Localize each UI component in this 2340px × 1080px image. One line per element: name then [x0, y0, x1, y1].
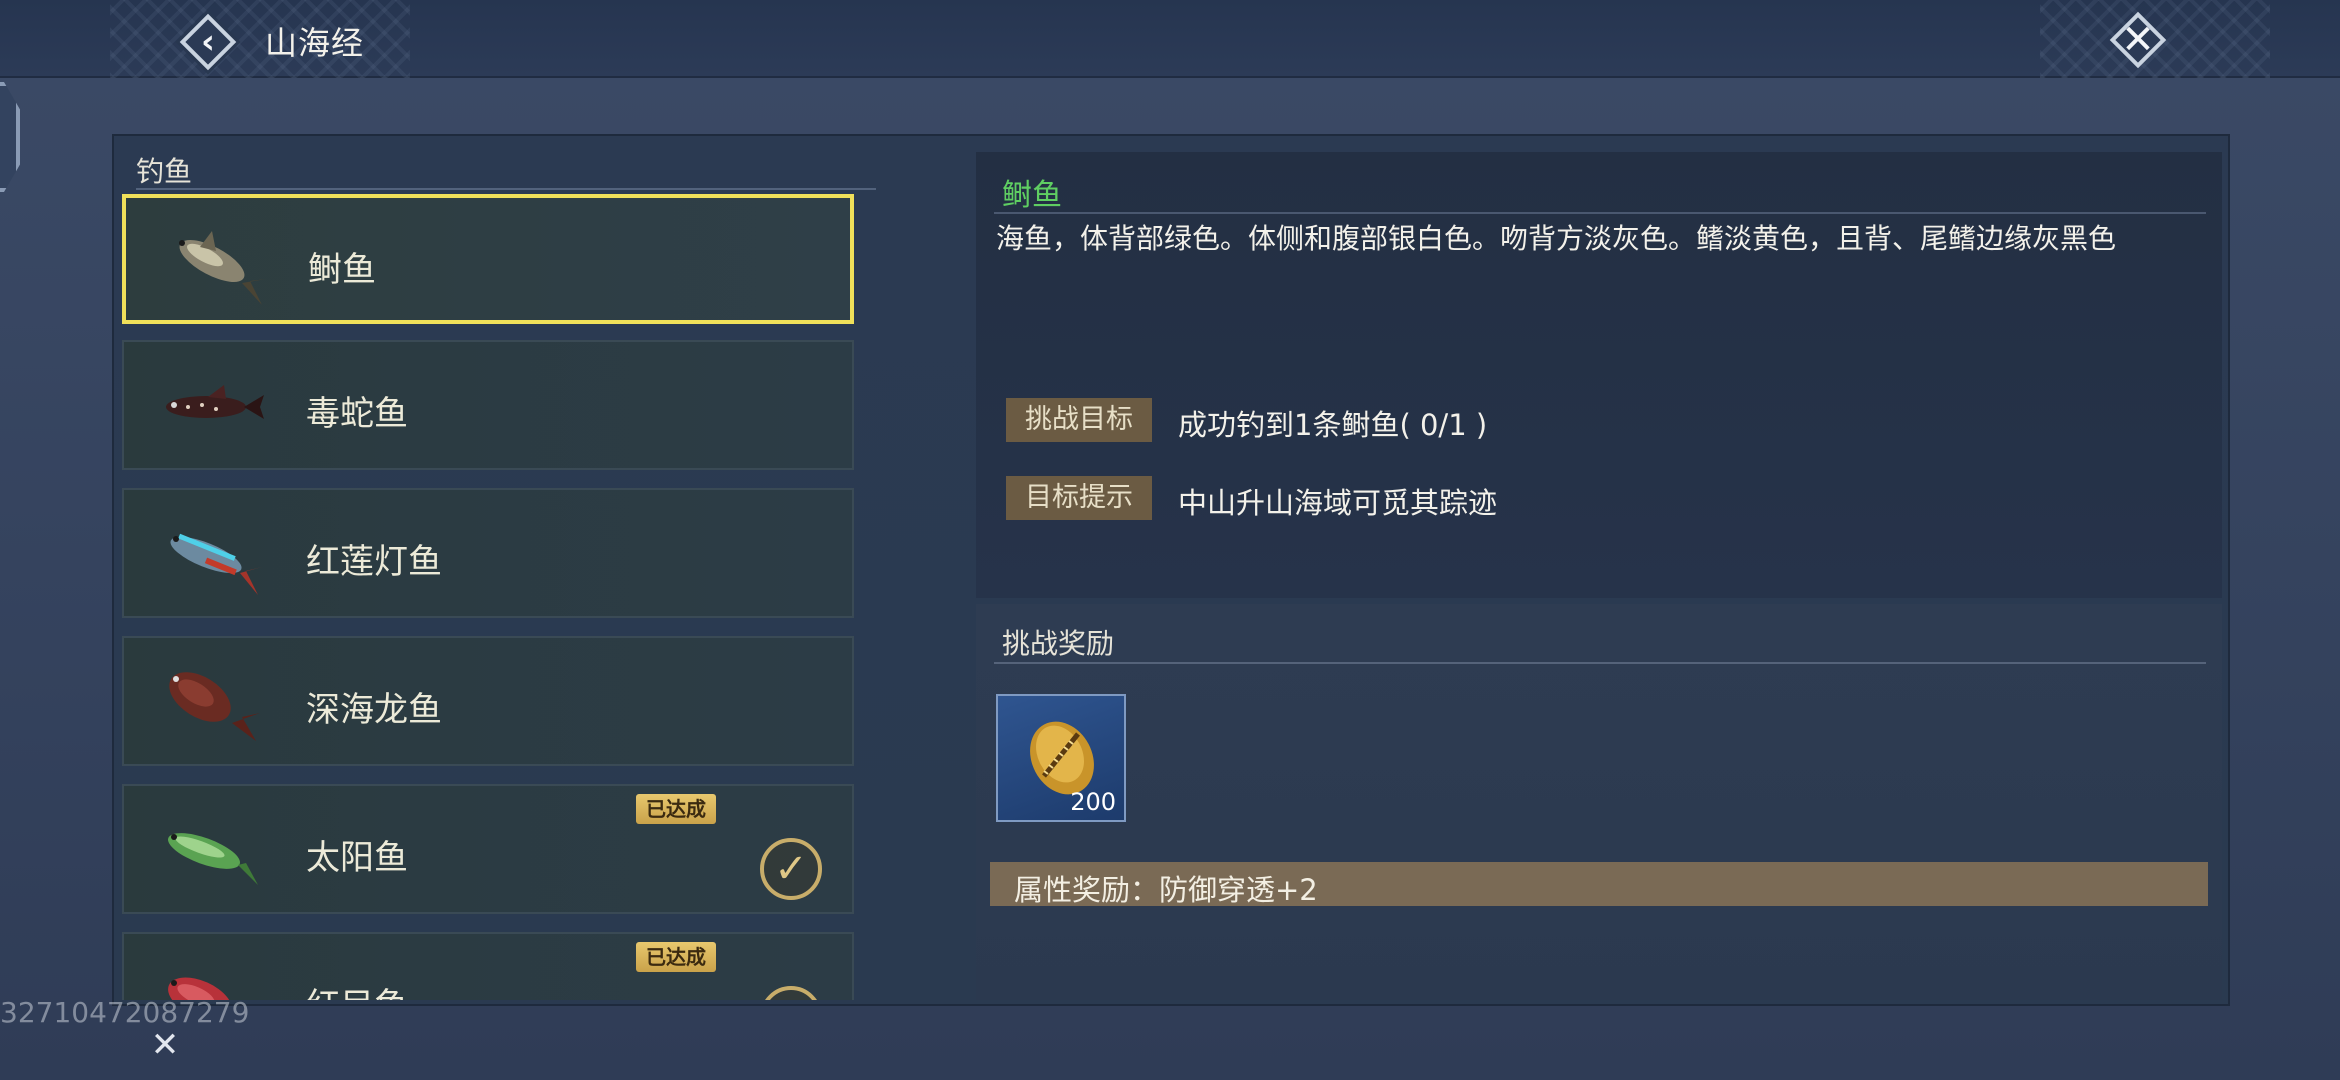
fish-icon — [168, 833, 262, 885]
completed-badge: 已达成 — [636, 942, 716, 972]
divider — [994, 212, 2206, 214]
fish-list-item[interactable]: 红目鱼 已达成 ✓ — [122, 932, 854, 1000]
fish-list-item[interactable]: 鲥鱼 — [122, 194, 854, 324]
close-button[interactable]: ✕ — [2108, 10, 2168, 70]
fish-name: 深海龙鱼 — [306, 690, 442, 730]
fish-icon — [168, 977, 232, 1000]
fish-list-item[interactable]: 红莲灯鱼 — [122, 488, 854, 618]
reward-item[interactable]: 200 — [996, 694, 1126, 822]
back-button[interactable]: ‹ — [178, 12, 238, 72]
fish-detail-panel: 鲥鱼 海鱼，体背部绿色。体侧和腹部银白色。吻背方淡灰色。鳍淡黄色，且背、尾鳍边缘… — [976, 152, 2222, 598]
fish-list-item[interactable]: 毒蛇鱼 — [122, 340, 854, 470]
reward-panel: 挑战奖励 200 属性奖励：防御穿透+2 — [976, 604, 2222, 1000]
header-ornament-left — [110, 0, 410, 78]
fish-name: 毒蛇鱼 — [306, 394, 408, 434]
list-heading: 钓鱼 — [136, 155, 193, 188]
challenge-target-value: 成功钓到1条鲥鱼( 0/1 ) — [1178, 408, 1488, 442]
checkmark-icon: ✓ — [760, 986, 822, 1000]
close-icon[interactable]: ✕ — [142, 1022, 188, 1068]
reward-title: 挑战奖励 — [1002, 627, 1115, 660]
fish-icon — [170, 533, 262, 595]
fish-name: 红目鱼 — [306, 978, 408, 1000]
page-title: 山海经 — [265, 24, 365, 62]
divider — [994, 662, 2206, 664]
fish-list[interactable]: 鲥鱼 毒蛇鱼 红莲灯鱼 深海龙鱼 太阳鱼 已达成 ✓ 已达成 — [122, 194, 862, 1000]
fish-icon — [169, 672, 260, 741]
attribute-reward-bar: 属性奖励：防御穿透+2 — [990, 862, 2208, 907]
checkmark-icon: ✓ — [760, 838, 822, 900]
side-tab-handle[interactable] — [0, 82, 20, 192]
challenge-target-label: 挑战目标 — [1006, 398, 1152, 442]
fish-list-item[interactable]: 深海龙鱼 — [122, 636, 854, 766]
fish-list-item[interactable]: 太阳鱼 已达成 ✓ — [122, 784, 854, 914]
detail-fish-name: 鲥鱼 — [1002, 178, 1062, 213]
chevron-left-icon: ‹ — [200, 22, 215, 62]
reward-count: 200 — [1070, 788, 1116, 816]
fish-name: 鲥鱼 — [308, 250, 376, 290]
attribute-reward-text: 属性奖励：防御穿透+2 — [1014, 873, 1318, 907]
target-hint-label: 目标提示 — [1006, 476, 1152, 520]
list-header: 钓鱼 — [136, 144, 876, 190]
top-bar: ‹ 山海经 ✕ — [0, 0, 2340, 78]
close-icon: ✕ — [2121, 17, 2155, 63]
fish-icon — [166, 385, 264, 419]
watermark-id: 32710472087279 — [0, 996, 250, 1029]
fish-name: 红莲灯鱼 — [306, 542, 442, 582]
fish-name: 太阳鱼 — [306, 838, 408, 878]
target-hint-value: 中山升山海域可觅其踪迹 — [1178, 486, 1498, 520]
fish-icon — [179, 231, 266, 305]
completed-badge: 已达成 — [636, 794, 716, 824]
fish-description: 海鱼，体背部绿色。体侧和腹部银白色。吻背方淡灰色。鳍淡黄色，且背、尾鳍边缘灰黑色 — [996, 222, 2117, 255]
main-panel: 钓鱼 鲥鱼 毒蛇鱼 红莲灯鱼 深海龙鱼 太阳鱼 已达成 ✓ 已达成 鲥鱼 海鱼，… — [112, 134, 2230, 1006]
